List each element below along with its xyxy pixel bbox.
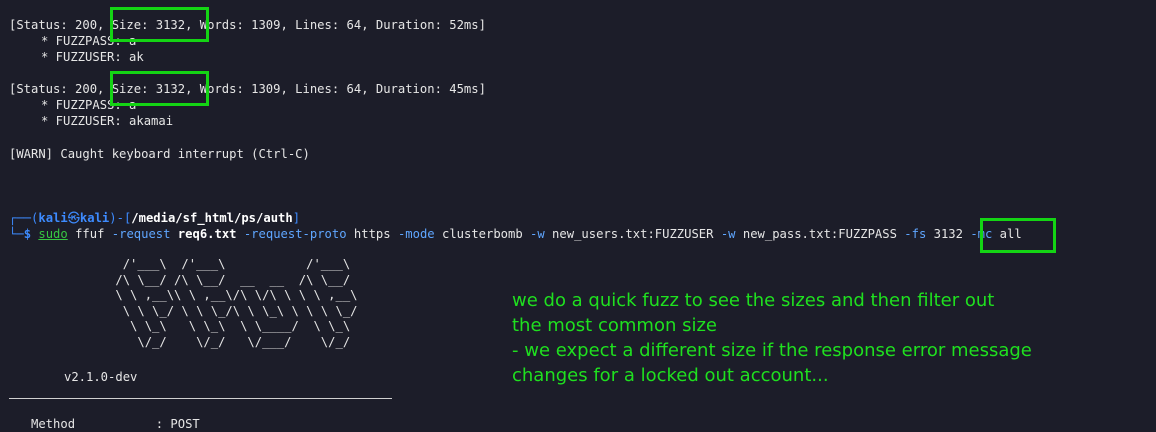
prompt-symbol: $ xyxy=(23,227,32,241)
annotation-line-1: we do a quick fuzz to see the sizes and … xyxy=(512,290,995,311)
prompt-path: /media/sf_html/ps/auth xyxy=(131,211,293,225)
cmd-flag-proto: -request-proto xyxy=(243,227,347,241)
warn-line: [WARN] Caught keyboard interrupt (Ctrl-C… xyxy=(9,147,310,161)
annotation-line-3: - we expect a different size if the resp… xyxy=(512,340,1032,361)
method-line-cut: Method : POST xyxy=(9,417,200,431)
prompt-line: ┌──(kali㉿kali)-[/media/sf_html/ps/auth] xyxy=(9,210,300,226)
cmd-flag-mode: -mode xyxy=(397,227,435,241)
cmd-flag-fs: -fs xyxy=(904,227,927,241)
section-divider xyxy=(9,398,392,399)
cmd-wordlist-pass: new_pass.txt:FUZZPASS xyxy=(735,227,905,241)
command-line: └─$ sudo ffuf -request req6.txt -request… xyxy=(9,226,1022,242)
cmd-program: ffuf xyxy=(67,227,112,241)
prompt-host: kali xyxy=(79,211,110,225)
cmd-request-file: req6.txt xyxy=(170,227,244,241)
cmd-sudo: sudo xyxy=(38,227,68,241)
highlight-box-filter-size xyxy=(980,218,1056,253)
cmd-flag-w2: -w xyxy=(720,227,736,241)
prompt-corner-top: ┌──( xyxy=(9,211,39,225)
highlight-box-size-2 xyxy=(110,71,209,106)
cmd-filter-size: 3132 xyxy=(926,227,971,241)
prompt-at: ㉿ xyxy=(67,211,80,225)
ffuf-version: v2.1.0-dev xyxy=(64,370,138,384)
cmd-flag-w1: -w xyxy=(530,227,545,241)
ffuf-ascii-banner: /'___\ /'___\ /'___\ /\ \__/ /\ \__/ __ … xyxy=(115,257,358,349)
cmd-proto: https xyxy=(346,227,398,241)
cmd-mode: clusterbomb xyxy=(434,227,531,241)
annotation-note: we do a quick fuzz to see the sizes and … xyxy=(512,288,1032,388)
status-line-2: [Status: 200, Size: 3132, Words: 1309, L… xyxy=(9,82,486,96)
annotation-line-4: changes for a locked out account... xyxy=(512,365,829,386)
prompt-user: kali xyxy=(38,211,68,225)
cmd-wordlist-users: new_users.txt:FUZZUSER xyxy=(544,227,721,241)
prompt-mid: )-[ xyxy=(109,211,132,225)
annotation-line-2: the most common size xyxy=(512,315,717,336)
highlight-box-size-1 xyxy=(110,7,209,42)
fuzzuser-line-1: * FUZZUSER: ak xyxy=(41,50,144,64)
fuzzuser-line-2: * FUZZUSER: akamai xyxy=(41,114,174,128)
status-line-1: [Status: 200, Size: 3132, Words: 1309, L… xyxy=(9,18,486,32)
cmd-flag-request: -request xyxy=(111,227,171,241)
prompt-corner-bottom: └─ xyxy=(9,227,24,241)
prompt-end: ] xyxy=(292,211,301,225)
